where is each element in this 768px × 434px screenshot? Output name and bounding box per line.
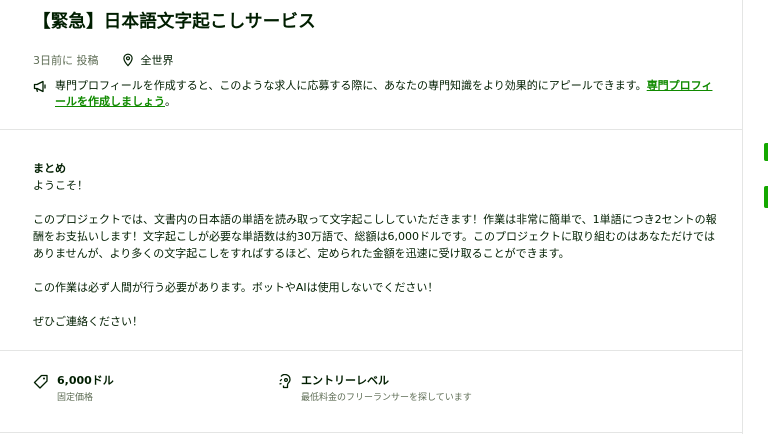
location-text: 全世界 (140, 54, 174, 67)
notice-text-block: 専門プロフィールを作成すると、このような求人に応募する際に、あなたの専門知識をよ… (55, 78, 722, 110)
notice-suffix: 。 (165, 95, 176, 108)
summary-paragraph-1: このプロジェクトでは、文書内の日本語の単語を読み取って文字起こししていただきます… (33, 213, 717, 260)
feature-experience-level: エントリーレベル 最低料金のフリーランサーを探しています (277, 373, 521, 432)
job-location: 全世界 (121, 52, 174, 68)
notice-text: 専門プロフィールを作成すると、このような求人に応募する際に、あなたの専門知識をよ… (55, 79, 647, 92)
job-meta: 3日前に 投稿 全世界 (33, 52, 722, 68)
job-title: 【緊急】日本語文字起こしサービス (33, 12, 316, 32)
location-pin-icon (122, 53, 133, 67)
job-header: 【緊急】日本語文字起こしサービス 3日前に 投稿 全世界 専門プロフィールを作成… (0, 0, 742, 130)
side-panel-edge (744, 0, 768, 434)
experience-level-title: エントリーレベル (301, 374, 389, 387)
job-summary: まとめ ようこそ！ このプロジェクトでは、文書内の日本語の単語を読み取って文字起… (0, 130, 742, 351)
summary-paragraph-3: ぜひご連絡ください！ (33, 315, 143, 328)
experience-level-description: 最低料金のフリーランサーを探しています (301, 393, 472, 403)
side-button-edge[interactable] (764, 143, 768, 161)
side-button-edge-2[interactable] (764, 186, 768, 208)
budget-type: 固定価格 (57, 393, 94, 403)
feature-budget: 6,000ドル 固定価格 (33, 373, 277, 432)
profile-notice: 専門プロフィールを作成すると、このような求人に応募する際に、あなたの専門知識をよ… (33, 78, 722, 110)
summary-label: まとめ (33, 162, 66, 175)
summary-paragraph-2: この作業は必ず人間が行う必要があります。ボットやAIは使用しないでください！ (33, 281, 439, 294)
job-features: 6,000ドル 固定価格 エントリーレベル 最低料金のフリーランサーを探していま… (0, 351, 742, 433)
price-tag-icon (33, 373, 49, 432)
megaphone-icon (33, 78, 49, 110)
experience-level-icon (277, 373, 293, 432)
job-details-panel: 【緊急】日本語文字起こしサービス 3日前に 投稿 全世界 専門プロフィールを作成… (0, 0, 743, 434)
summary-greeting: ようこそ！ (33, 179, 88, 192)
job-details-page: 【緊急】日本語文字起こしサービス 3日前に 投稿 全世界 専門プロフィールを作成… (0, 0, 768, 434)
posted-time: 3日前に 投稿 (33, 54, 99, 67)
budget-amount: 6,000ドル (57, 374, 114, 387)
